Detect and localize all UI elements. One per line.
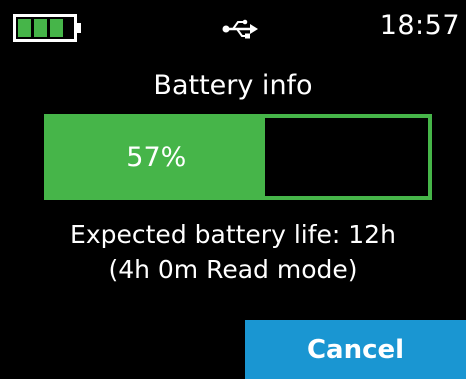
read-mode-text: (4h 0m Read mode) bbox=[108, 255, 358, 284]
expected-life-text: Expected battery life: 12h bbox=[70, 220, 396, 249]
page-title: Battery info bbox=[153, 70, 313, 101]
battery-info-screen: 18:57 Battery info 57% Expected battery … bbox=[0, 0, 466, 379]
cancel-button[interactable]: Cancel bbox=[245, 320, 466, 379]
clock: 18:57 bbox=[379, 10, 460, 41]
usb-icon bbox=[222, 19, 258, 39]
battery-level-label: 57% bbox=[126, 141, 187, 173]
battery-icon bbox=[13, 14, 81, 42]
battery-level-bar: 57% bbox=[44, 114, 432, 200]
